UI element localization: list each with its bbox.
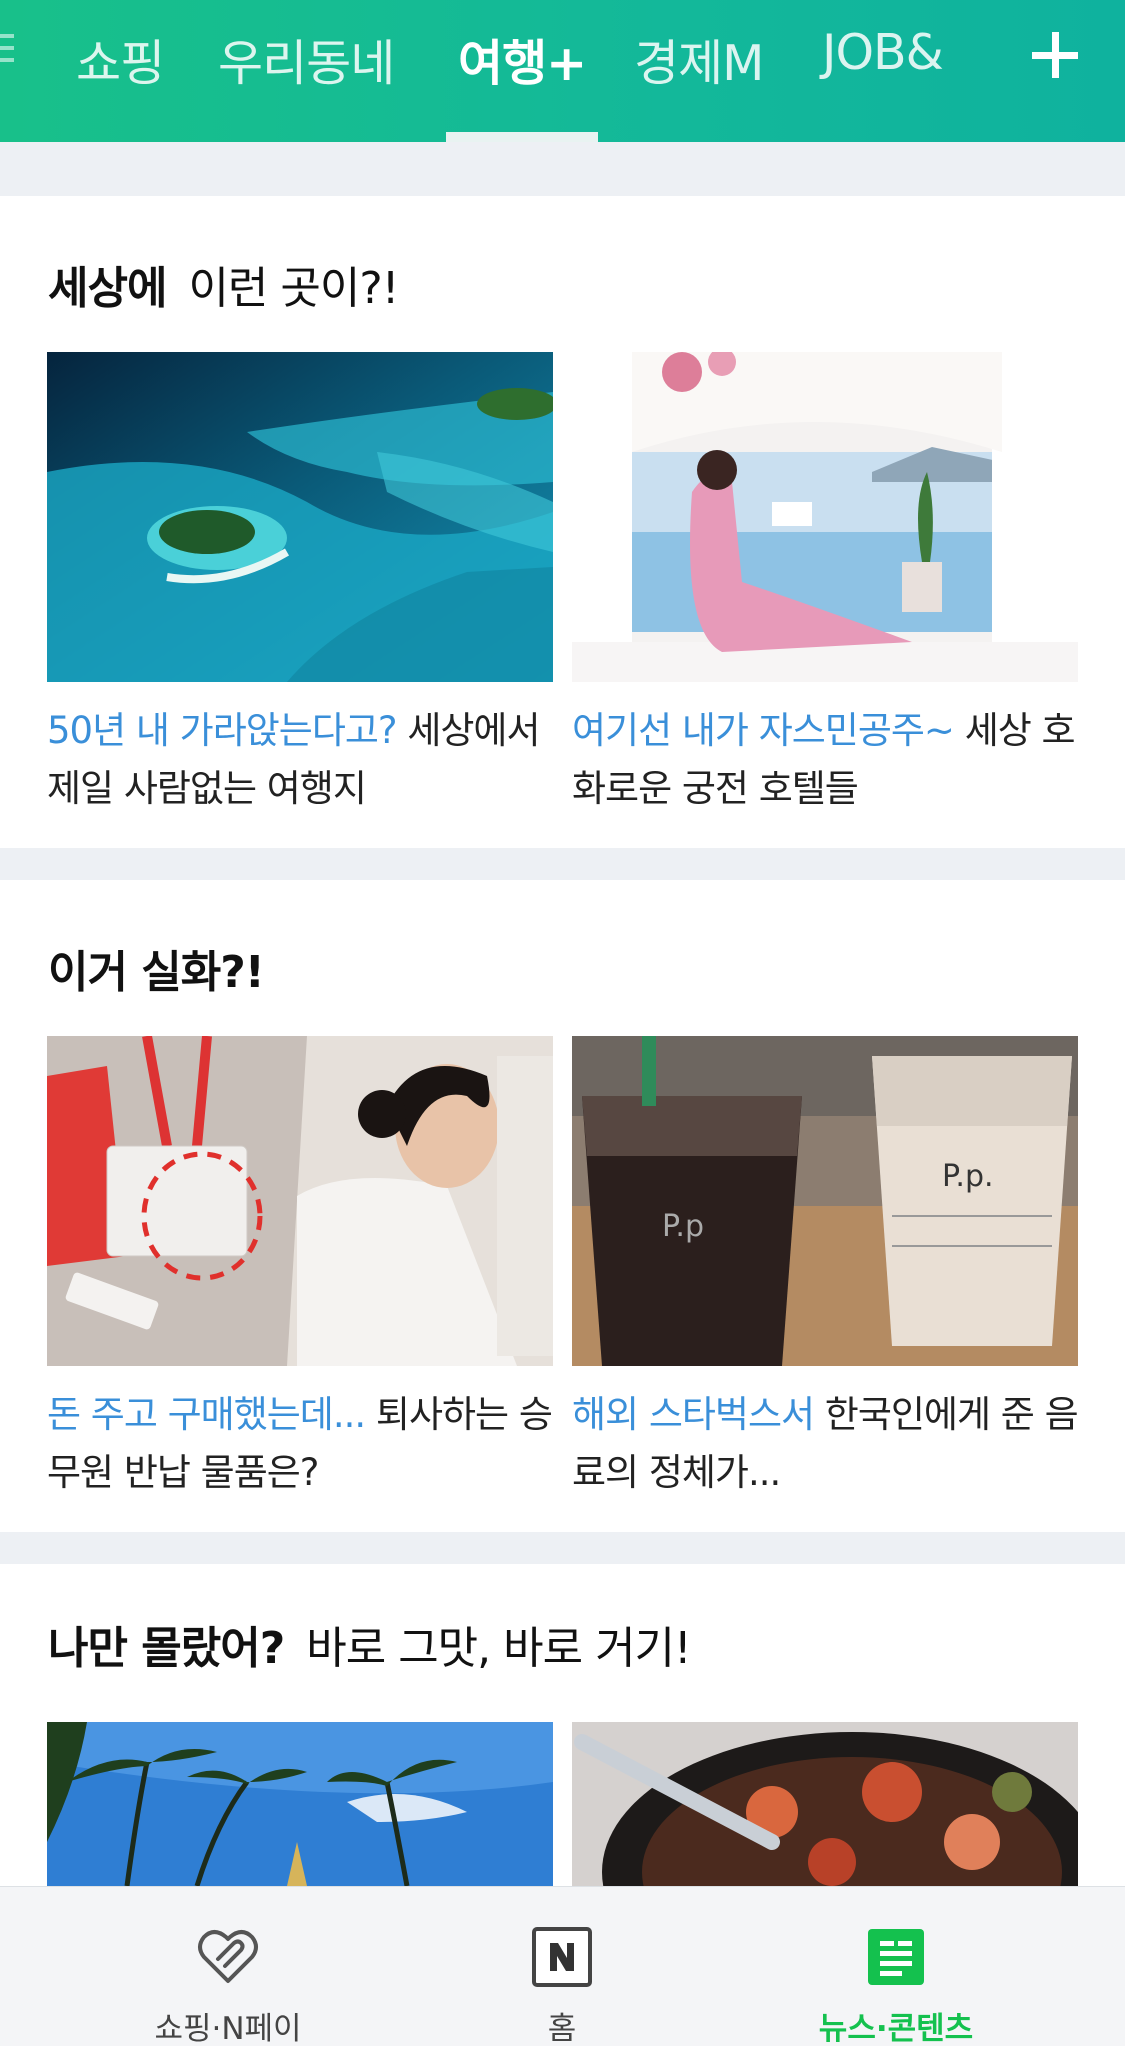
section-amazing-places: 세상에 이런 곳이?! 50년 내 가라앉는다고? 세상에서 제일 사람없는 여… <box>0 196 1125 848</box>
aerial-island-photo <box>47 352 553 682</box>
section-only-me: 나만 몰랐어? 바로 그맛, 바로 거기! <box>0 1564 1125 1886</box>
plus-icon[interactable] <box>1030 30 1080 80</box>
nav-news-contents[interactable]: 뉴스·콘텐츠 <box>746 1887 1046 2046</box>
tab-economy[interactable]: 경제M <box>634 24 764 95</box>
flight-attendant-photo <box>47 1036 553 1366</box>
active-tab-indicator <box>446 132 598 142</box>
article-caption: 여기선 내가 자스민공주~ 세상 호화로운 궁전 호텔들 <box>572 709 1076 810</box>
palace-hotel-photo <box>572 352 1078 682</box>
heart-tag-icon <box>196 1925 260 1989</box>
nav-home[interactable]: 홈 <box>412 1887 712 2046</box>
tab-job[interactable]: JOB& <box>822 24 944 81</box>
svg-text:P.p.: P.p. <box>942 1159 994 1194</box>
nav-shopping-npay[interactable]: 쇼핑·N페이 <box>78 1887 378 2046</box>
bottom-navigation: 쇼핑·N페이 홈 뉴스·콘텐츠 <box>0 1886 1125 2046</box>
article-caption: 돈 주고 구매했는데... 퇴사하는 승무원 반납 물품은? <box>47 1393 553 1494</box>
iced-drinks-photo: P.p. P.p <box>572 1036 1078 1366</box>
nav-label: 홈 <box>547 2011 577 2046</box>
tab-shopping[interactable]: 쇼핑 <box>76 24 165 95</box>
menu-icon[interactable] <box>0 34 18 78</box>
section-title: 이거 실화?! <box>48 947 265 998</box>
stew-pot-photo <box>572 1722 1078 1886</box>
section-is-it-real: 이거 실화?! 돈 주고 구매했는데... 퇴사하는 승무원 반납 물품은? P… <box>0 880 1125 1532</box>
tab-travel[interactable]: 여행+ <box>458 24 587 95</box>
svg-text:P.p: P.p <box>662 1209 704 1244</box>
palm-trees-photo <box>47 1722 553 1886</box>
news-icon <box>864 1925 928 1989</box>
article-caption: 해외 스타벅스서 한국인에게 준 음료의 정체가... <box>572 1393 1079 1494</box>
tab-neighborhood[interactable]: 우리동네 <box>218 24 395 95</box>
naver-n-icon <box>530 1925 594 1989</box>
nav-label: 뉴스·콘텐츠 <box>818 2011 974 2046</box>
section-title: 세상에 이런 곳이?! <box>48 263 399 314</box>
article-caption: 50년 내 가라앉는다고? 세상에서 제일 사람없는 여행지 <box>47 709 540 810</box>
section-title: 나만 몰랐어? 바로 그맛, 바로 거기! <box>48 1623 692 1674</box>
top-tab-bar: 쇼핑 우리동네 여행+ 경제M JOB& <box>0 0 1125 142</box>
nav-label: 쇼핑·N페이 <box>154 2011 302 2046</box>
